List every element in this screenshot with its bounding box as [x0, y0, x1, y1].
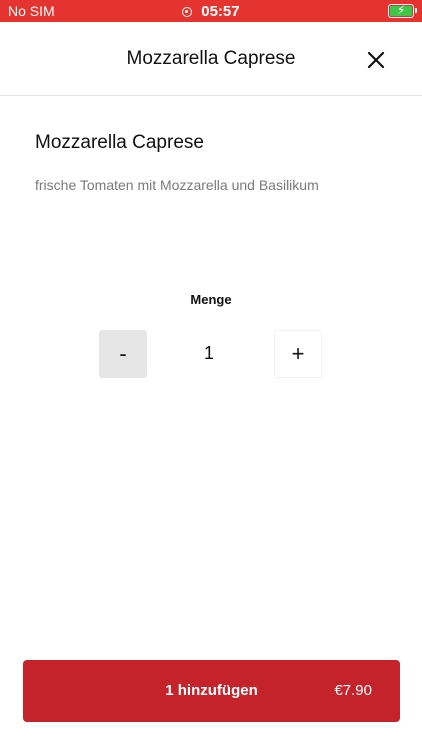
close-icon [367, 51, 385, 69]
status-time: 05:57 [201, 3, 240, 20]
add-to-cart-button[interactable]: 1 hinzufügen €7.90 [23, 660, 400, 722]
decrease-quantity-button[interactable]: - [99, 330, 147, 378]
status-bar: No SIM 05:57 ⚡ [0, 0, 422, 22]
close-button[interactable] [366, 50, 386, 70]
quantity-label: Menge [190, 292, 232, 307]
quantity-value: 1 [203, 343, 214, 363]
charging-bolt-icon: ⚡ [397, 3, 406, 17]
battery-charging-icon: ⚡ [388, 3, 417, 18]
location-indicator-icon [182, 7, 193, 17]
product-name: Mozzarella Caprese [35, 132, 204, 153]
increase-quantity-button[interactable]: + [274, 330, 322, 378]
product-description: frische Tomaten mit Mozzarella und Basil… [35, 177, 319, 193]
page-title: Mozzarella Caprese [126, 48, 296, 69]
add-button-price: €7.90 [334, 682, 372, 699]
status-center: 05:57 [0, 3, 422, 20]
modal-header: Mozzarella Caprese [0, 22, 422, 96]
